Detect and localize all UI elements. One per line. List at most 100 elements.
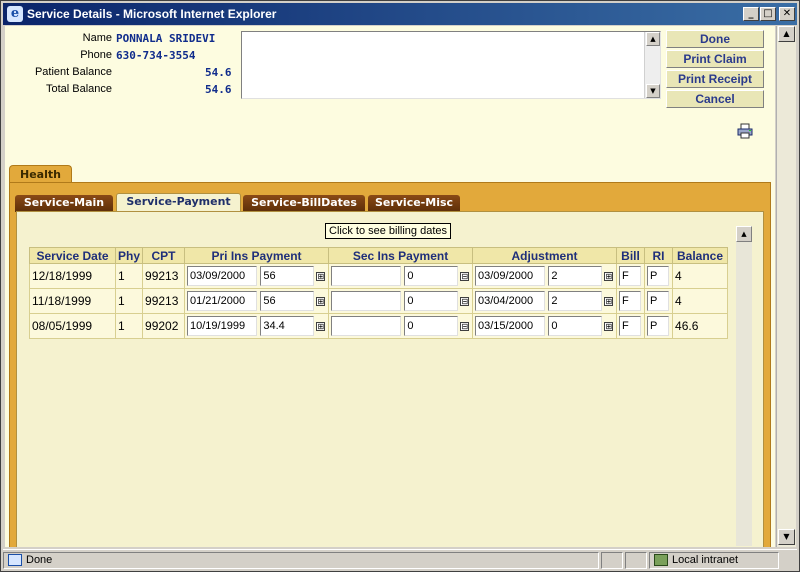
col-sec-ins-payment: Sec Ins Payment [328, 247, 474, 264]
adj-date-input[interactable]: 03/09/2000 [475, 266, 546, 286]
tab-service-payment[interactable]: Service-Payment [116, 193, 241, 213]
adj-date-input[interactable]: 03/15/2000 [475, 316, 546, 336]
status-bar: Done Local intranet [3, 549, 797, 570]
close-button[interactable]: ✕ [779, 7, 795, 21]
pri-amount-input[interactable]: 56 [260, 266, 315, 286]
expand-icon[interactable]: ⊞ [316, 271, 326, 281]
phone-label: Phone [80, 49, 112, 61]
intranet-icon [654, 554, 668, 567]
total-balance-label: Total Balance [45, 83, 112, 95]
cpt-cell: 99213 [142, 263, 186, 289]
bill-input[interactable]: F [619, 266, 642, 286]
table-row: 12/18/1999 1 99213 03/09/2000 56 ⊞ 0 ⊟ 03/… [29, 263, 729, 289]
balance-cell: 4 [672, 288, 729, 314]
notes-scrollbar[interactable]: ▲ ▼ [644, 32, 660, 98]
scroll-up-icon[interactable]: ▲ [646, 32, 660, 46]
grid-scrollbar[interactable]: ▲ [736, 226, 752, 546]
window-scrollbar[interactable]: ▲ ▼ [776, 26, 796, 547]
sec-ins-cell: 0 ⊟ [328, 288, 474, 314]
expand-icon[interactable]: ⊞ [604, 296, 614, 306]
phy-cell: 1 [114, 263, 144, 289]
cancel-button[interactable]: Cancel [666, 90, 764, 108]
pri-amount-input[interactable]: 56 [260, 291, 315, 311]
status-text: Done [26, 554, 53, 566]
sec-ins-cell: 0 ⊟ [328, 263, 474, 289]
scroll-down-icon[interactable]: ▼ [646, 84, 660, 98]
tab-service-main[interactable]: Service-Main [15, 195, 113, 212]
ri-input[interactable]: P [647, 266, 670, 286]
col-ri: RI [644, 247, 674, 264]
collapse-icon[interactable]: ⊟ [460, 321, 470, 331]
status-text-section: Done [3, 552, 599, 569]
adj-amount-input[interactable]: 2 [548, 266, 603, 286]
pri-date-input[interactable]: 10/19/1999 [187, 316, 258, 336]
patient-name: PONNALA SRIDEVI [116, 32, 216, 45]
ie-page-icon [8, 554, 22, 567]
col-adjustment: Adjustment [472, 247, 618, 264]
ri-input[interactable]: P [647, 291, 670, 311]
pri-amount-input[interactable]: 34.4 [260, 316, 315, 336]
table-row: 11/18/1999 1 99213 01/21/2000 56 ⊞ 0 ⊟ 03/… [29, 288, 729, 314]
sec-date-input[interactable] [331, 266, 402, 286]
patient-phone: 630-734-3554 [116, 49, 196, 62]
print-claim-button[interactable]: Print Claim [666, 50, 764, 68]
scroll-up-icon[interactable]: ▲ [736, 226, 752, 242]
col-balance: Balance [672, 247, 729, 264]
sec-date-input[interactable] [331, 316, 402, 336]
col-cpt: CPT [142, 247, 186, 264]
ri-cell: P [644, 313, 674, 339]
tab-service-billdates[interactable]: Service-BillDates [243, 195, 365, 212]
cpt-cell: 99202 [142, 313, 186, 339]
name-label: Name [82, 32, 112, 44]
minimize-button[interactable]: _ [743, 7, 759, 21]
pri-date-input[interactable]: 01/21/2000 [187, 291, 258, 311]
ri-cell: P [644, 288, 674, 314]
tab-service-misc[interactable]: Service-Misc [368, 195, 460, 212]
adj-date-input[interactable]: 03/04/2000 [475, 291, 546, 311]
scroll-up-icon[interactable]: ▲ [778, 26, 795, 42]
collapse-icon[interactable]: ⊟ [460, 296, 470, 306]
bill-cell: F [616, 288, 646, 314]
expand-icon[interactable]: ⊞ [604, 321, 614, 331]
notes-textarea[interactable]: ▲ ▼ [241, 31, 661, 99]
pri-ins-cell: 10/19/1999 34.4 ⊞ [184, 313, 330, 339]
patient-balance-value: 54.6 [205, 66, 232, 79]
service-payment-table: Service Date Phy CPT Pri Ins Payment Sec… [29, 247, 729, 339]
balance-cell: 46.6 [672, 313, 729, 339]
phy-cell: 1 [114, 288, 144, 314]
print-receipt-button[interactable]: Print Receipt [666, 70, 764, 88]
status-section [625, 552, 647, 569]
bill-input[interactable]: F [619, 316, 642, 336]
adjustment-cell: 03/09/2000 2 ⊞ [472, 263, 618, 289]
ri-input[interactable]: P [647, 316, 670, 336]
col-phy: Phy [114, 247, 144, 264]
bill-cell: F [616, 263, 646, 289]
zone-text: Local intranet [672, 554, 739, 566]
sec-amount-input[interactable]: 0 [404, 316, 459, 336]
col-service-date: Service Date [29, 247, 116, 264]
balance-cell: 4 [672, 263, 729, 289]
cpt-cell: 99213 [142, 288, 186, 314]
collapse-icon[interactable]: ⊟ [460, 271, 470, 281]
maximize-button[interactable]: □ [760, 7, 776, 21]
zone-section: Local intranet [649, 552, 779, 569]
bill-input[interactable]: F [619, 291, 642, 311]
ri-cell: P [644, 263, 674, 289]
done-button[interactable]: Done [666, 30, 764, 48]
expand-icon[interactable]: ⊞ [316, 296, 326, 306]
sec-amount-input[interactable]: 0 [404, 266, 459, 286]
printer-icon[interactable] [737, 123, 753, 139]
expand-icon[interactable]: ⊞ [604, 271, 614, 281]
sec-amount-input[interactable]: 0 [404, 291, 459, 311]
expand-icon[interactable]: ⊞ [316, 321, 326, 331]
phy-cell: 1 [114, 313, 144, 339]
scroll-down-icon[interactable]: ▼ [778, 529, 795, 545]
total-balance-value: 54.6 [205, 83, 232, 96]
billing-dates-tooltip: Click to see billing dates [325, 223, 452, 239]
col-pri-ins-payment: Pri Ins Payment [184, 247, 330, 264]
sec-date-input[interactable] [331, 291, 402, 311]
adjustment-cell: 03/15/2000 0 ⊞ [472, 313, 618, 339]
adj-amount-input[interactable]: 0 [548, 316, 603, 336]
adj-amount-input[interactable]: 2 [548, 291, 603, 311]
pri-date-input[interactable]: 03/09/2000 [187, 266, 258, 286]
